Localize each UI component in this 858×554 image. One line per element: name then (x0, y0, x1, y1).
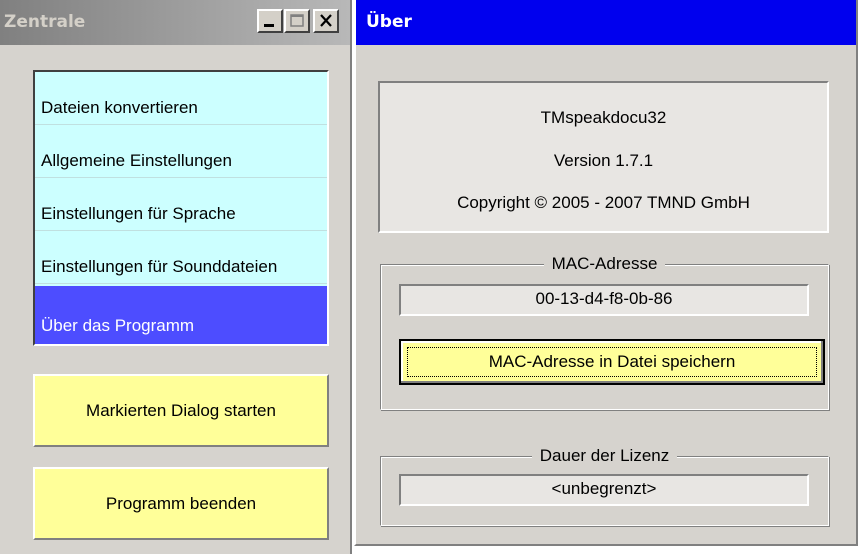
start-dialog-label: Markierten Dialog starten (86, 400, 276, 420)
list-item-einstellungen-sprache[interactable]: Einstellungen für Sprache (35, 178, 327, 231)
about-title: Über (366, 12, 412, 32)
product-info-panel: TMspeakdocu32 Version 1.7.1 Copyright © … (378, 81, 829, 233)
product-name: TMspeakdocu32 (540, 108, 667, 127)
exit-program-label: Programm beenden (105, 493, 257, 513)
product-version: Version 1.7.1 (553, 151, 654, 170)
maximize-button[interactable] (284, 9, 310, 33)
mac-address-group: MAC-Adresse 00-13-d4-f8-0b-86 MAC-Adress… (380, 254, 829, 410)
list-item-allgemeine-einstellungen[interactable]: Allgemeine Einstellungen (35, 125, 327, 178)
focus-rectangle (407, 347, 817, 377)
mac-address-field: 00-13-d4-f8-0b-86 (399, 284, 809, 316)
maximize-icon (290, 14, 304, 27)
mac-address-group-label: MAC-Adresse (543, 254, 666, 273)
dialog-list[interactable]: Dateien konvertieren Allgemeine Einstell… (33, 70, 329, 346)
copyright-text: Copyright © 2005 - 2007 TMND GmbH (457, 193, 750, 212)
zentrale-window: Zentrale Dateien konvertieren Allgemeine… (0, 0, 352, 554)
zentrale-title: Zentrale (4, 12, 86, 32)
license-duration-field: <unbegrenzt> (399, 474, 809, 506)
list-item-ueber-das-programm[interactable]: Über das Programm (35, 286, 327, 344)
close-icon (320, 14, 332, 27)
list-item-einstellungen-sounddateien[interactable]: Einstellungen für Sounddateien (35, 231, 327, 284)
exit-program-button[interactable]: Programm beenden (33, 467, 329, 540)
start-dialog-button[interactable]: Markierten Dialog starten (33, 374, 329, 447)
license-duration-label: Dauer der Lizenz (531, 446, 678, 465)
close-button[interactable] (313, 9, 339, 33)
list-item-dateien-konvertieren[interactable]: Dateien konvertieren (35, 72, 327, 125)
minimize-icon (264, 24, 274, 27)
about-window: Über TMspeakdocu32 Version 1.7.1 Copyrig… (354, 0, 858, 546)
zentrale-titlebar[interactable]: Zentrale (0, 0, 350, 45)
about-titlebar[interactable]: Über (356, 0, 856, 45)
minimize-button[interactable] (257, 9, 283, 33)
license-duration-group: Dauer der Lizenz <unbegrenzt> (380, 446, 829, 526)
save-mac-address-button[interactable]: MAC-Adresse in Datei speichern (399, 339, 825, 385)
